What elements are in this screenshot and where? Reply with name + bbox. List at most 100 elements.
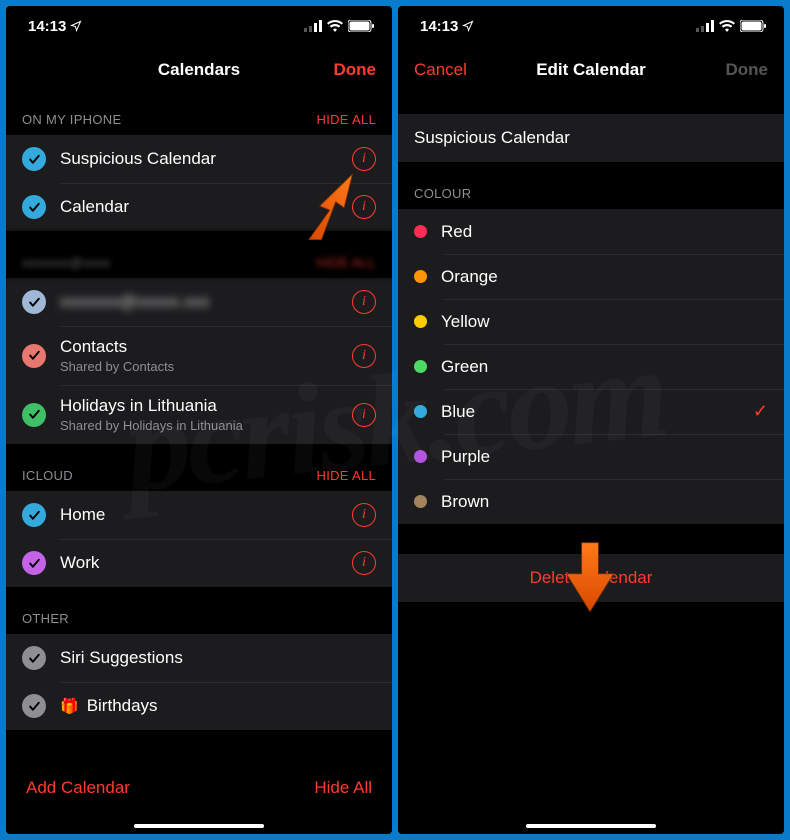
colour-name: Brown — [441, 492, 768, 512]
colour-swatch — [414, 450, 427, 463]
colour-option[interactable]: Orange — [398, 254, 784, 299]
calendar-colour-check[interactable] — [22, 646, 46, 670]
delete-calendar-button[interactable]: Delete Calendar — [398, 554, 784, 602]
calendar-title: xxxxxxx@xxxxx.xxx — [60, 292, 338, 312]
status-bar: 14:13 — [398, 6, 784, 46]
calendar-row[interactable]: xxxxxxx@xxxxx.xxx i — [6, 278, 392, 326]
home-indicator[interactable] — [134, 824, 264, 828]
calendar-title: Siri Suggestions — [60, 648, 376, 668]
hide-all-button[interactable]: HIDE ALL — [317, 255, 376, 270]
section-label: xxxxxxx@xxxx — [22, 255, 110, 270]
battery-icon — [348, 20, 374, 32]
section-label: ICLOUD — [22, 468, 73, 483]
row-body: Contacts Shared by Contacts — [60, 337, 338, 374]
bottom-actions: Add Calendar Hide All — [6, 760, 392, 810]
colour-option[interactable]: Red — [398, 209, 784, 254]
nav-header: Cancel Edit Calendar Done — [398, 46, 784, 94]
calendars-list[interactable]: ON MY IPHONE HIDE ALL Suspicious Calenda… — [6, 94, 392, 834]
colour-option[interactable]: Blue✓ — [398, 389, 784, 434]
status-time: 14:13 — [420, 18, 458, 35]
colour-option[interactable]: Purple — [398, 434, 784, 479]
wifi-icon — [719, 20, 735, 32]
info-button[interactable]: i — [352, 147, 376, 171]
row-body: Birthdays — [87, 696, 376, 716]
calendar-row[interactable]: 🎁Birthdays — [6, 682, 392, 730]
status-icons — [304, 20, 374, 32]
info-button[interactable]: i — [352, 290, 376, 314]
colour-name: Yellow — [441, 312, 768, 332]
calendar-colour-check[interactable] — [22, 290, 46, 314]
calendar-title: Calendar — [60, 197, 338, 217]
hide-all-button[interactable]: HIDE ALL — [317, 468, 376, 483]
calendar-row[interactable]: Siri Suggestions — [6, 634, 392, 682]
colour-swatch — [414, 225, 427, 238]
location-icon — [462, 20, 474, 32]
info-button[interactable]: i — [352, 551, 376, 575]
calendar-title: Contacts — [60, 337, 338, 357]
calendar-colour-check[interactable] — [22, 551, 46, 575]
status-time: 14:13 — [28, 18, 66, 35]
row-body: Suspicious Calendar — [60, 149, 338, 169]
calendar-row[interactable]: Calendar i — [6, 183, 392, 231]
calendar-colour-check[interactable] — [22, 403, 46, 427]
calendar-colour-check[interactable] — [22, 195, 46, 219]
calendar-title: Home — [60, 505, 338, 525]
calendar-row[interactable]: Holidays in Lithuania Shared by Holidays … — [6, 385, 392, 444]
colour-section-header: COLOUR — [398, 162, 784, 209]
colour-name: Purple — [441, 447, 768, 467]
status-bar: 14:13 — [6, 6, 392, 46]
location-icon — [70, 20, 82, 32]
done-button[interactable]: Done — [334, 60, 377, 80]
calendar-subtitle: Shared by Holidays in Lithuania — [60, 418, 338, 433]
colour-name: Blue — [441, 402, 739, 422]
nav-header: Calendars Done — [6, 46, 392, 94]
info-button[interactable]: i — [352, 503, 376, 527]
cellular-icon — [696, 20, 714, 32]
row-body: Holidays in Lithuania Shared by Holidays … — [60, 396, 338, 433]
hide-all-button[interactable]: HIDE ALL — [317, 112, 376, 127]
colour-name: Red — [441, 222, 768, 242]
row-body: xxxxxxx@xxxxx.xxx — [60, 292, 338, 312]
section-icloud-header: ICLOUD HIDE ALL — [6, 444, 392, 491]
colour-option[interactable]: Green — [398, 344, 784, 389]
calendar-title: Suspicious Calendar — [60, 149, 338, 169]
colour-swatch — [414, 270, 427, 283]
calendars-screen: 14:13 Calendars Done ON MY IPHONE HIDE A… — [6, 6, 392, 834]
calendar-row[interactable]: Homei — [6, 491, 392, 539]
cancel-button[interactable]: Cancel — [414, 60, 467, 80]
calendar-row[interactable]: Suspicious Calendar i — [6, 135, 392, 183]
calendar-colour-check[interactable] — [22, 694, 46, 718]
add-calendar-button[interactable]: Add Calendar — [26, 778, 130, 798]
colour-swatch — [414, 315, 427, 328]
battery-icon — [740, 20, 766, 32]
section-account-header: xxxxxxx@xxxx HIDE ALL — [6, 231, 392, 278]
wifi-icon — [327, 20, 343, 32]
calendar-title: Birthdays — [87, 696, 376, 716]
section-other-header: OTHER — [6, 587, 392, 634]
calendar-colour-check[interactable] — [22, 344, 46, 368]
row-body: Siri Suggestions — [60, 648, 376, 668]
colour-name: Orange — [441, 267, 768, 287]
edit-calendar-screen: 14:13 Cancel Edit Calendar Done Suspicio… — [398, 6, 784, 834]
colour-name: Green — [441, 357, 768, 377]
cellular-icon — [304, 20, 322, 32]
calendar-title: Holidays in Lithuania — [60, 396, 338, 416]
calendar-colour-check[interactable] — [22, 503, 46, 527]
section-label: ON MY IPHONE — [22, 112, 121, 127]
info-button[interactable]: i — [352, 195, 376, 219]
calendar-name-field[interactable]: Suspicious Calendar — [398, 114, 784, 162]
calendar-row[interactable]: Contacts Shared by Contacts i — [6, 326, 392, 385]
calendar-colour-check[interactable] — [22, 147, 46, 171]
colour-swatch — [414, 360, 427, 373]
home-indicator[interactable] — [526, 824, 656, 828]
row-body: Calendar — [60, 197, 338, 217]
row-body: Home — [60, 505, 338, 525]
colour-option[interactable]: Yellow — [398, 299, 784, 344]
done-button[interactable]: Done — [726, 60, 769, 80]
calendar-subtitle: Shared by Contacts — [60, 359, 338, 374]
calendar-row[interactable]: Worki — [6, 539, 392, 587]
info-button[interactable]: i — [352, 403, 376, 427]
hide-all-button-footer[interactable]: Hide All — [314, 778, 372, 798]
colour-option[interactable]: Brown — [398, 479, 784, 524]
info-button[interactable]: i — [352, 344, 376, 368]
